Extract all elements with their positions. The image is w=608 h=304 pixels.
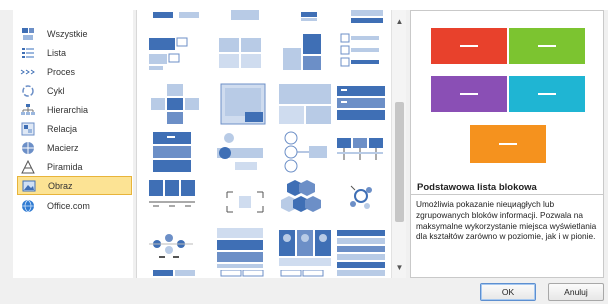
layout-thumbnail[interactable] <box>277 178 333 222</box>
category-office-com[interactable]: Office.com <box>17 196 132 215</box>
category-label: Cykl <box>47 85 65 96</box>
ok-button[interactable]: OK <box>480 283 536 301</box>
layout-thumbnail[interactable] <box>149 270 205 278</box>
relationship-icon <box>20 122 36 136</box>
preview-block-orange <box>470 125 546 163</box>
list-icon <box>20 46 36 60</box>
title-strip <box>0 0 608 10</box>
category-label: Lista <box>47 47 67 58</box>
scroll-down-arrow-icon[interactable]: ▼ <box>392 260 407 274</box>
layout-thumbnail[interactable] <box>145 30 201 74</box>
picture-icon <box>21 179 37 193</box>
layout-thumbnail[interactable] <box>213 226 269 270</box>
category-label: Hierarchia <box>47 104 89 115</box>
cancel-button[interactable]: Anuluj <box>548 283 604 301</box>
preview-block-red <box>431 28 507 64</box>
layout-thumbnail[interactable] <box>147 82 203 126</box>
layout-thumbnail[interactable] <box>333 226 389 270</box>
gallery-scrollbar[interactable]: ▲ ▼ <box>391 10 406 278</box>
layout-thumbnail[interactable] <box>277 269 333 278</box>
category-label: Macierz <box>47 142 79 153</box>
layout-thumbnail[interactable] <box>281 10 337 28</box>
category-obraz[interactable]: Obraz <box>17 176 132 195</box>
cycle-icon <box>20 84 36 98</box>
preview-title: Podstawowa lista blokowa <box>417 182 537 193</box>
layout-thumbnail[interactable] <box>277 130 333 174</box>
category-lista[interactable]: Lista <box>17 43 132 62</box>
layout-thumbnail[interactable] <box>217 10 273 28</box>
all-layouts-icon <box>20 27 36 41</box>
hierarchy-icon <box>20 103 36 117</box>
category-label: Wszystkie <box>47 28 88 39</box>
category-wszystkie[interactable]: Wszystkie <box>17 24 132 43</box>
office-com-icon <box>20 199 36 213</box>
layout-thumbnail[interactable] <box>149 130 205 174</box>
process-icon <box>20 65 36 79</box>
preview-description: Umożliwia pokazanie niециągłych lub zgru… <box>411 194 603 276</box>
layout-thumbnail[interactable] <box>277 30 333 74</box>
layout-thumbnail[interactable] <box>333 82 389 126</box>
layout-thumbnail[interactable] <box>339 10 395 28</box>
category-proces[interactable]: Proces <box>17 62 132 81</box>
matrix-icon <box>20 141 36 155</box>
layout-thumbnail[interactable] <box>217 178 273 222</box>
layout-thumbnail[interactable] <box>277 82 333 126</box>
layout-thumbnail[interactable] <box>333 130 389 174</box>
layout-thumbnail[interactable] <box>213 130 269 174</box>
smartart-dialog: Wszystkie Lista Proces Cykl Hierarchia R… <box>0 0 608 304</box>
category-list: Wszystkie Lista Proces Cykl Hierarchia R… <box>13 10 133 278</box>
category-piramida[interactable]: Piramida <box>17 157 132 176</box>
category-macierz[interactable]: Macierz <box>17 138 132 157</box>
category-label: Obraz <box>48 180 73 191</box>
category-label: Piramida <box>47 161 83 172</box>
pyramid-icon <box>20 159 36 174</box>
layout-thumbnail[interactable] <box>333 30 389 74</box>
layout-preview-pane: Podstawowa lista blokowa Umożliwia pokaz… <box>410 10 604 278</box>
scrollbar-thumb[interactable] <box>395 102 404 222</box>
layout-thumbnail[interactable] <box>215 82 271 126</box>
preview-block-cyan <box>509 76 585 112</box>
category-label: Proces <box>47 66 76 77</box>
layout-thumbnail[interactable] <box>217 269 273 278</box>
category-hierarchia[interactable]: Hierarchia <box>17 100 132 119</box>
layout-thumbnail[interactable] <box>213 30 269 74</box>
layout-thumbnail[interactable] <box>145 226 201 270</box>
preview-block-purple <box>431 76 507 112</box>
left-edge <box>0 10 9 278</box>
layout-thumbnail[interactable] <box>149 10 205 28</box>
category-label: Relacja <box>47 123 78 134</box>
scroll-up-arrow-icon[interactable]: ▲ <box>392 14 407 28</box>
layout-thumbnail[interactable] <box>277 226 333 270</box>
layout-thumbnail[interactable] <box>147 178 203 222</box>
layout-thumbnail[interactable] <box>333 270 389 278</box>
layout-thumbnail[interactable] <box>333 178 389 222</box>
category-label: Office.com <box>47 200 90 211</box>
category-relacja[interactable]: Relacja <box>17 119 132 138</box>
layout-gallery <box>136 10 406 278</box>
preview-block-green <box>509 28 585 64</box>
category-cykl[interactable]: Cykl <box>17 81 132 100</box>
